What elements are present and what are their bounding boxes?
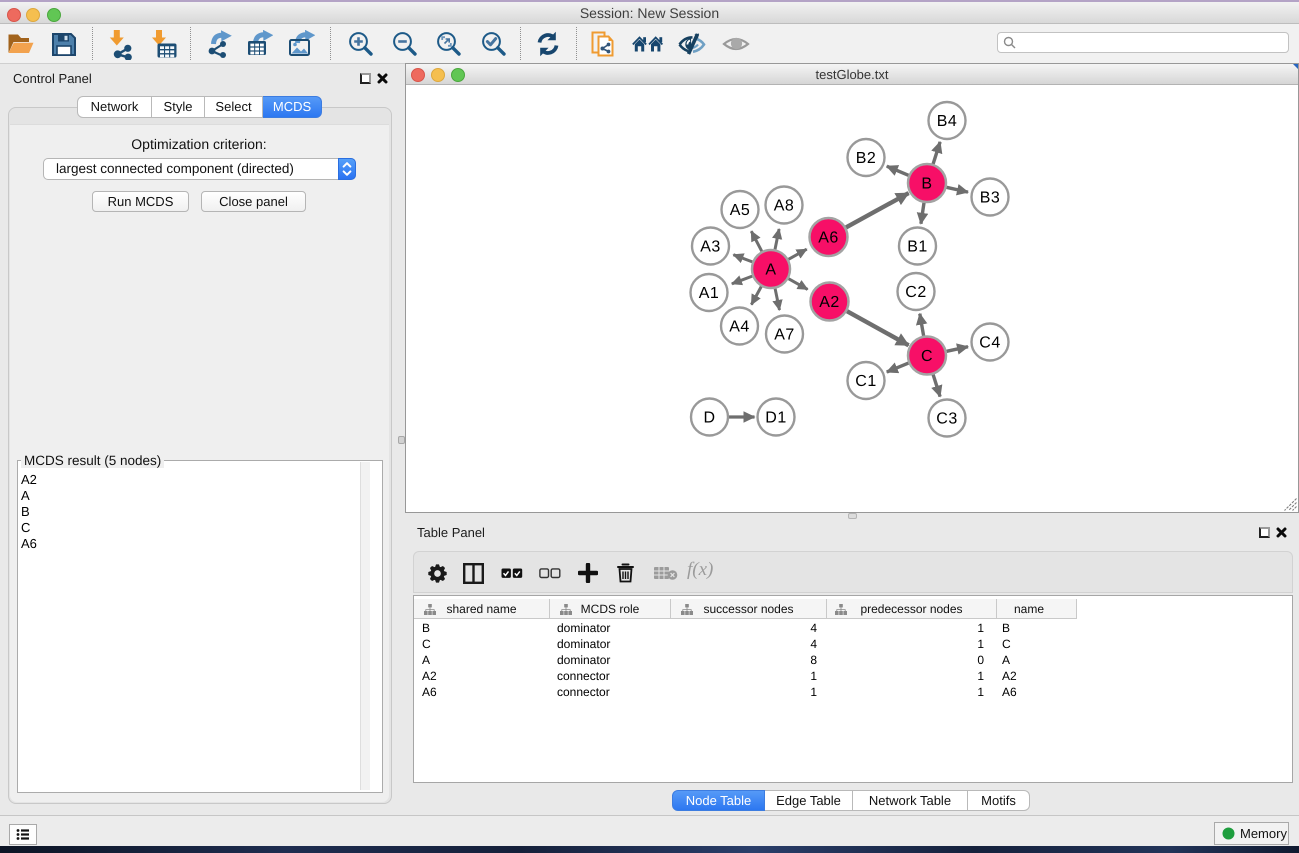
svg-text:C2: C2 (905, 284, 926, 301)
svg-text:A5: A5 (730, 202, 751, 219)
svg-text:B4: B4 (937, 113, 958, 130)
svg-text:A7: A7 (774, 327, 795, 344)
svg-text:C1: C1 (855, 373, 876, 390)
svg-text:C3: C3 (936, 411, 957, 428)
svg-text:A8: A8 (774, 198, 795, 215)
svg-text:A2: A2 (819, 294, 840, 311)
svg-text:D1: D1 (765, 410, 786, 427)
svg-text:A3: A3 (700, 239, 721, 256)
svg-text:D: D (703, 410, 715, 427)
svg-text:A: A (765, 262, 776, 279)
svg-text:B1: B1 (907, 239, 928, 256)
svg-text:C: C (921, 348, 933, 365)
svg-text:B: B (921, 176, 932, 193)
svg-text:B3: B3 (980, 190, 1001, 207)
svg-text:A6: A6 (818, 230, 839, 247)
svg-text:B2: B2 (856, 150, 877, 167)
svg-text:A1: A1 (699, 285, 720, 302)
svg-text:A4: A4 (729, 319, 750, 336)
svg-text:C4: C4 (979, 335, 1000, 352)
